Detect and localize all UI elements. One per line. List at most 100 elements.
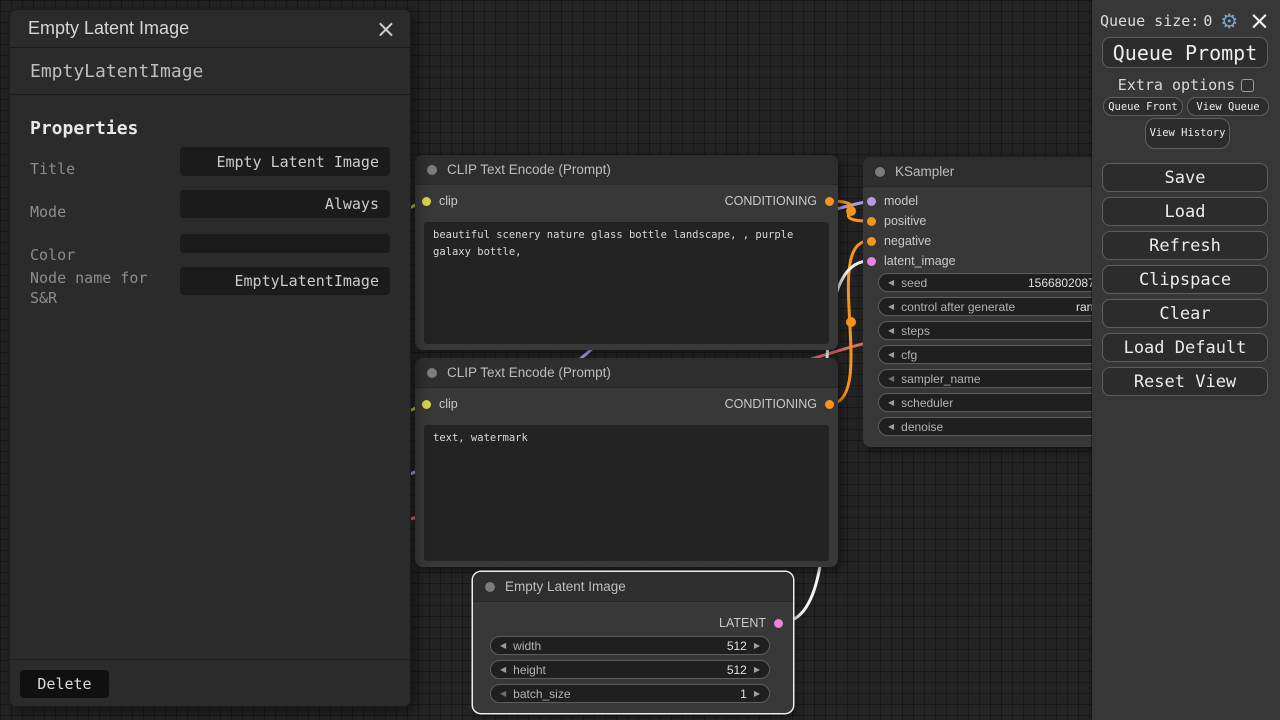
node-empty-latent-image[interactable]: Empty Latent Image LATENT ◀ width 512 ▶ … <box>473 572 793 713</box>
steps-widget[interactable]: ◀ steps <box>878 321 1128 340</box>
height-widget[interactable]: ◀ height 512 ▶ <box>490 660 770 679</box>
widget-label: control after generate <box>901 300 1015 314</box>
seed-widget[interactable]: ◀ seed 1566802087 <box>878 273 1128 292</box>
model-slot-dot-icon[interactable] <box>867 197 876 206</box>
batch-size-widget[interactable]: ◀ batch_size 1 ▶ <box>490 684 770 703</box>
increment-arrow-icon[interactable]: ▶ <box>754 666 760 674</box>
view-queue-button[interactable]: View Queue <box>1187 97 1269 116</box>
node-clip-text-encode-negative[interactable]: CLIP Text Encode (Prompt) clip CONDITION… <box>415 358 838 567</box>
queue-prompt-button[interactable]: Queue Prompt <box>1102 37 1268 68</box>
node-title: Empty Latent Image <box>505 579 626 594</box>
positive-input-slot[interactable]: positive <box>867 213 926 229</box>
comfyui-menu-panel: Queue size: 0 ⚙ × Queue Prompt Extra opt… <box>1092 0 1280 720</box>
widget-label: batch_size <box>513 687 570 701</box>
latent-slot-dot-icon[interactable] <box>774 619 783 628</box>
conditioning-output-slot[interactable]: CONDITIONING <box>725 193 834 209</box>
decrement-arrow-icon[interactable]: ◀ <box>888 351 894 359</box>
conditioning-slot-dot-icon[interactable] <box>825 400 834 409</box>
extra-options-checkbox[interactable] <box>1241 79 1254 92</box>
link-midpoint-dot <box>846 317 856 327</box>
mode-field[interactable]: Always <box>180 190 390 218</box>
close-icon[interactable]: × <box>376 17 396 41</box>
decrement-arrow-icon[interactable]: ◀ <box>500 666 506 674</box>
conditioning-slot-dot-icon[interactable] <box>867 237 876 246</box>
dialog-header: Empty Latent Image × <box>10 10 410 48</box>
conditioning-output-slot[interactable]: CONDITIONING <box>725 396 834 412</box>
latent-output-slot[interactable]: LATENT <box>719 615 783 631</box>
control-after-generate-widget[interactable]: ◀ control after generate randomize <box>878 297 1128 316</box>
refresh-button[interactable]: Refresh <box>1102 231 1268 260</box>
collapse-dot-icon[interactable] <box>427 165 437 175</box>
widget-label: steps <box>901 324 930 338</box>
dialog-divider <box>10 659 410 660</box>
decrement-arrow-icon[interactable]: ◀ <box>888 423 894 431</box>
node-type-name: EmptyLatentImage <box>10 48 410 95</box>
decrement-arrow-icon[interactable]: ◀ <box>500 642 506 650</box>
view-history-button[interactable]: View History <box>1145 118 1230 149</box>
slot-label: positive <box>884 214 926 228</box>
conditioning-slot-dot-icon[interactable] <box>825 197 834 206</box>
properties-heading: Properties <box>30 118 138 139</box>
widget-label: height <box>513 663 546 677</box>
title-field[interactable]: Empty Latent Image <box>180 147 390 176</box>
node-title: CLIP Text Encode (Prompt) <box>447 162 611 177</box>
clipspace-button[interactable]: Clipspace <box>1102 265 1268 294</box>
node-title: KSampler <box>895 164 954 179</box>
collapse-dot-icon[interactable] <box>875 167 885 177</box>
decrement-arrow-icon[interactable]: ◀ <box>888 279 894 287</box>
latent-slot-dot-icon[interactable] <box>867 257 876 266</box>
decrement-arrow-icon[interactable]: ◀ <box>888 375 894 383</box>
slot-label: latent_image <box>884 254 956 268</box>
scheduler-widget[interactable]: ◀ scheduler <box>878 393 1128 412</box>
denoise-widget[interactable]: ◀ denoise <box>878 417 1128 436</box>
prompt-textarea[interactable]: text, watermark <box>424 425 829 561</box>
clear-button[interactable]: Clear <box>1102 299 1268 328</box>
load-default-button[interactable]: Load Default <box>1102 333 1268 362</box>
widget-label: cfg <box>901 348 917 362</box>
queue-front-button[interactable]: Queue Front <box>1103 97 1183 116</box>
decrement-arrow-icon[interactable]: ◀ <box>500 690 506 698</box>
clip-slot-dot-icon[interactable] <box>422 400 431 409</box>
decrement-arrow-icon[interactable]: ◀ <box>888 327 894 335</box>
slot-label: LATENT <box>719 616 766 630</box>
increment-arrow-icon[interactable]: ▶ <box>754 642 760 650</box>
save-button[interactable]: Save <box>1102 163 1268 192</box>
cfg-widget[interactable]: ◀ cfg <box>878 345 1128 364</box>
widget-label: denoise <box>901 420 943 434</box>
collapse-dot-icon[interactable] <box>485 582 495 592</box>
close-icon[interactable]: × <box>1249 11 1270 31</box>
latent-image-input-slot[interactable]: latent_image <box>867 253 956 269</box>
node-title: CLIP Text Encode (Prompt) <box>447 365 611 380</box>
gear-icon[interactable]: ⚙ <box>1220 11 1238 31</box>
property-label-color: Color <box>30 245 180 265</box>
color-field[interactable] <box>180 234 390 253</box>
property-label-title: Title <box>30 159 180 179</box>
slot-label: CONDITIONING <box>725 194 817 208</box>
clip-input-slot[interactable]: clip <box>422 396 458 412</box>
delete-node-button[interactable]: Delete <box>20 670 109 698</box>
width-widget[interactable]: ◀ width 512 ▶ <box>490 636 770 655</box>
load-button[interactable]: Load <box>1102 197 1268 226</box>
model-input-slot[interactable]: model <box>867 193 918 209</box>
reset-view-button[interactable]: Reset View <box>1102 367 1268 396</box>
widget-label: width <box>513 639 541 653</box>
node-name-field[interactable]: EmptyLatentImage <box>180 267 390 295</box>
node-title-bar[interactable]: CLIP Text Encode (Prompt) <box>415 358 838 388</box>
prompt-textarea[interactable]: beautiful scenery nature glass bottle la… <box>424 222 829 344</box>
queue-size-label: Queue size: <box>1100 12 1199 30</box>
decrement-arrow-icon[interactable]: ◀ <box>888 303 894 311</box>
node-title-bar[interactable]: Empty Latent Image <box>473 572 793 602</box>
decrement-arrow-icon[interactable]: ◀ <box>888 399 894 407</box>
comfyui-app: CLIP Text Encode (Prompt) clip CONDITION… <box>0 0 1280 720</box>
widget-value: 1566802087 <box>1028 276 1095 290</box>
increment-arrow-icon[interactable]: ▶ <box>754 690 760 698</box>
clip-input-slot[interactable]: clip <box>422 193 458 209</box>
widget-label: sampler_name <box>901 372 980 386</box>
negative-input-slot[interactable]: negative <box>867 233 931 249</box>
collapse-dot-icon[interactable] <box>427 368 437 378</box>
node-clip-text-encode-positive[interactable]: CLIP Text Encode (Prompt) clip CONDITION… <box>415 155 838 350</box>
conditioning-slot-dot-icon[interactable] <box>867 217 876 226</box>
node-title-bar[interactable]: CLIP Text Encode (Prompt) <box>415 155 838 185</box>
sampler-name-widget[interactable]: ◀ sampler_name <box>878 369 1128 388</box>
clip-slot-dot-icon[interactable] <box>422 197 431 206</box>
